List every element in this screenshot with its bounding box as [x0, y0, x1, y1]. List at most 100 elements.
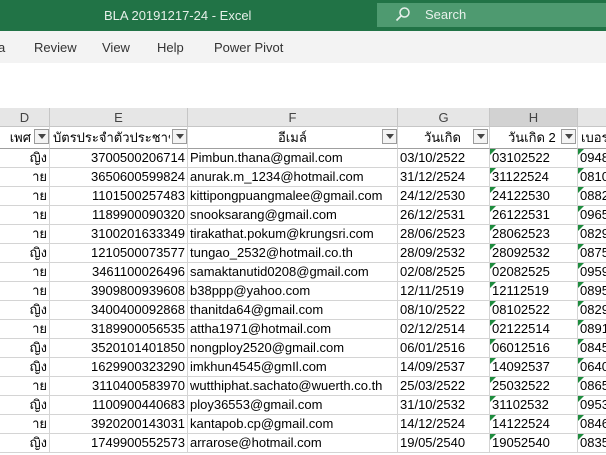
email-cell[interactable]: tungao_2532@hotmail.co.th	[188, 244, 398, 263]
phone-cell[interactable]: 0965	[578, 206, 606, 225]
birthdate-cell[interactable]: 08/10/2522	[398, 301, 490, 320]
phone-cell[interactable]: 0865	[578, 377, 606, 396]
phone-cell[interactable]: 0640	[578, 358, 606, 377]
birthdate-cell[interactable]: 26/12/2531	[398, 206, 490, 225]
email-cell[interactable]: ploy36553@gmail.com	[188, 396, 398, 415]
id-cell[interactable]: 3100201633349	[50, 225, 188, 244]
gender-cell[interactable]: ญิง	[0, 358, 50, 377]
birthdate-cell[interactable]: 12/11/2519	[398, 282, 490, 301]
id-cell[interactable]: 1189900090320	[50, 206, 188, 225]
tab-review[interactable]: Review	[34, 40, 77, 55]
birthdate2-cell[interactable]: 26122531	[490, 206, 578, 225]
phone-cell[interactable]: 0845	[578, 339, 606, 358]
phone-cell[interactable]: 0953	[578, 396, 606, 415]
email-cell[interactable]: anurak.m_1234@hotmail.com	[188, 168, 398, 187]
birthdate2-cell[interactable]: 24122530	[490, 187, 578, 206]
birthdate-cell[interactable]: 31/12/2524	[398, 168, 490, 187]
filter-dropdown-birthdate2[interactable]	[561, 129, 576, 144]
email-cell[interactable]: tirakathat.pokum@krungsri.com	[188, 225, 398, 244]
gender-cell[interactable]: ญิง	[0, 149, 50, 168]
gender-cell[interactable]: ญิง	[0, 434, 50, 453]
birthdate2-cell[interactable]: 28092532	[490, 244, 578, 263]
birthdate-cell[interactable]: 25/03/2522	[398, 377, 490, 396]
birthdate2-cell[interactable]: 19052540	[490, 434, 578, 453]
phone-cell[interactable]: 0835	[578, 434, 606, 453]
filter-dropdown-email[interactable]	[382, 129, 397, 144]
birthdate2-cell[interactable]: 08102522	[490, 301, 578, 320]
email-cell[interactable]: kittipongpuangmalee@gmail.com	[188, 187, 398, 206]
birthdate-cell[interactable]: 28/06/2523	[398, 225, 490, 244]
birthdate-cell[interactable]: 02/12/2514	[398, 320, 490, 339]
phone-cell[interactable]: 0829	[578, 301, 606, 320]
gender-cell[interactable]: ญิง	[0, 396, 50, 415]
column-header-h[interactable]: H	[490, 108, 578, 127]
birthdate-cell[interactable]: 24/12/2530	[398, 187, 490, 206]
id-cell[interactable]: 1749900552573	[50, 434, 188, 453]
tab-power-pivot[interactable]: Power Pivot	[214, 40, 283, 55]
email-cell[interactable]: Pimbun.thana@gmail.com	[188, 149, 398, 168]
column-header-d[interactable]: D	[0, 108, 50, 127]
filter-dropdown-id[interactable]	[172, 129, 187, 144]
id-cell[interactable]: 3650600599824	[50, 168, 188, 187]
gender-cell[interactable]: ญิง	[0, 339, 50, 358]
gender-cell[interactable]: าย	[0, 225, 50, 244]
gender-cell[interactable]: าย	[0, 263, 50, 282]
birthdate-cell[interactable]: 31/10/2532	[398, 396, 490, 415]
column-header-g[interactable]: G	[398, 108, 490, 127]
id-cell[interactable]: 1210500073577	[50, 244, 188, 263]
column-header-e[interactable]: E	[50, 108, 188, 127]
phone-cell[interactable]: 0810	[578, 168, 606, 187]
birthdate2-cell[interactable]: 02082525	[490, 263, 578, 282]
gender-cell[interactable]: ญิง	[0, 244, 50, 263]
email-cell[interactable]: wutthiphat.sachato@wuerth.co.th	[188, 377, 398, 396]
gender-cell[interactable]: าย	[0, 187, 50, 206]
email-cell[interactable]: nongploy2520@gmail.com	[188, 339, 398, 358]
phone-cell[interactable]: 0959	[578, 263, 606, 282]
spreadsheet-grid[interactable]: D E F G H เพศ บัตรประจำตัวประชาชน อีเมล์…	[0, 108, 606, 455]
email-cell[interactable]: samaktanutid0208@gmail.com	[188, 263, 398, 282]
search-box[interactable]: Search	[377, 3, 606, 27]
gender-cell[interactable]: าย	[0, 320, 50, 339]
gender-cell[interactable]: าย	[0, 206, 50, 225]
phone-cell[interactable]: 0829	[578, 225, 606, 244]
filter-dropdown-birthdate[interactable]	[473, 129, 488, 144]
email-cell[interactable]: snooksarang@gmail.com	[188, 206, 398, 225]
phone-cell[interactable]: 0875	[578, 244, 606, 263]
birthdate-cell[interactable]: 03/10/2522	[398, 149, 490, 168]
gender-cell[interactable]: าย	[0, 415, 50, 434]
birthdate2-cell[interactable]: 14122524	[490, 415, 578, 434]
birthdate2-cell[interactable]: 31122524	[490, 168, 578, 187]
id-cell[interactable]: 1629900323290	[50, 358, 188, 377]
filter-dropdown-gender[interactable]	[34, 129, 49, 144]
tab-help[interactable]: Help	[157, 40, 184, 55]
birthdate-cell[interactable]: 28/09/2532	[398, 244, 490, 263]
email-cell[interactable]: arrarose@hotmail.com	[188, 434, 398, 453]
birthdate2-cell[interactable]: 12112519	[490, 282, 578, 301]
gender-cell[interactable]: าย	[0, 168, 50, 187]
gender-cell[interactable]: าย	[0, 377, 50, 396]
birthdate2-cell[interactable]: 31102532	[490, 396, 578, 415]
phone-cell[interactable]: 0882	[578, 187, 606, 206]
phone-cell[interactable]: 0948	[578, 149, 606, 168]
birthdate2-cell[interactable]: 02122514	[490, 320, 578, 339]
email-cell[interactable]: kantapob.cp@gmail.com	[188, 415, 398, 434]
id-cell[interactable]: 3461100026496	[50, 263, 188, 282]
id-cell[interactable]: 3920200143031	[50, 415, 188, 434]
tab-data[interactable]: a	[0, 40, 5, 55]
id-cell[interactable]: 3110400583970	[50, 377, 188, 396]
birthdate-cell[interactable]: 19/05/2540	[398, 434, 490, 453]
id-cell[interactable]: 3700500206714	[50, 149, 188, 168]
id-cell[interactable]: 3909800939608	[50, 282, 188, 301]
email-cell[interactable]: thanitda64@gmail.com	[188, 301, 398, 320]
phone-cell[interactable]: 0895	[578, 282, 606, 301]
column-header-f[interactable]: F	[188, 108, 398, 127]
tab-view[interactable]: View	[102, 40, 130, 55]
gender-cell[interactable]: าย	[0, 282, 50, 301]
id-cell[interactable]: 1101500257483	[50, 187, 188, 206]
birthdate-cell[interactable]: 14/09/2537	[398, 358, 490, 377]
birthdate-cell[interactable]: 02/08/2525	[398, 263, 490, 282]
email-cell[interactable]: attha1971@hotmail.com	[188, 320, 398, 339]
email-cell[interactable]: b38ppp@yahoo.com	[188, 282, 398, 301]
birthdate2-cell[interactable]: 25032522	[490, 377, 578, 396]
id-cell[interactable]: 1100900440683	[50, 396, 188, 415]
